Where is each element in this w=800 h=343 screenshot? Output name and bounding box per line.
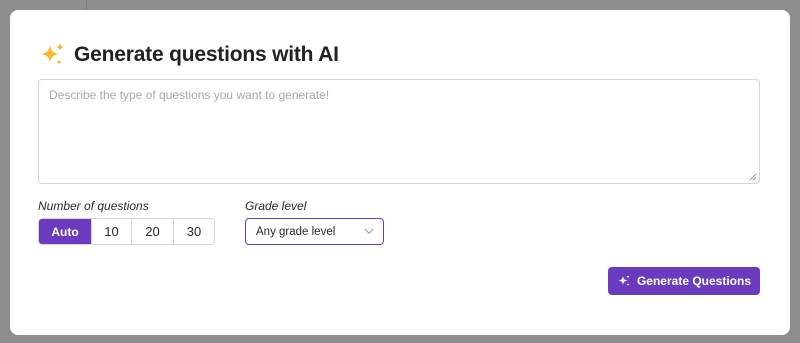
modal-title: Generate questions with AI [74, 43, 339, 66]
grade-level-dropdown[interactable]: Any grade level [245, 218, 384, 245]
question-count-option-30[interactable]: 30 [173, 219, 214, 244]
chevron-down-icon [364, 228, 374, 235]
question-count-option-auto[interactable]: Auto [39, 219, 91, 244]
generate-questions-modal: Generate questions with AI Number of que… [10, 10, 790, 335]
question-count-label: Number of questions [38, 199, 149, 213]
generate-questions-label: Generate Questions [636, 274, 752, 288]
grade-level-label: Grade level [245, 199, 307, 213]
modal-header: Generate questions with AI [38, 40, 339, 70]
prompt-textarea[interactable] [39, 80, 759, 183]
resize-grip-icon[interactable] [749, 173, 757, 181]
backdrop-divider [86, 0, 87, 10]
generate-questions-button[interactable]: Generate Questions [608, 267, 760, 295]
magic-sparkle-icon [618, 275, 630, 286]
sparkles-icon [41, 43, 64, 65]
grade-level-value: Any grade level [256, 225, 336, 238]
question-count-selector: Auto 10 20 30 [38, 218, 215, 245]
question-count-option-10[interactable]: 10 [91, 219, 131, 244]
question-count-option-20[interactable]: 20 [131, 219, 173, 244]
prompt-field[interactable] [38, 79, 760, 184]
